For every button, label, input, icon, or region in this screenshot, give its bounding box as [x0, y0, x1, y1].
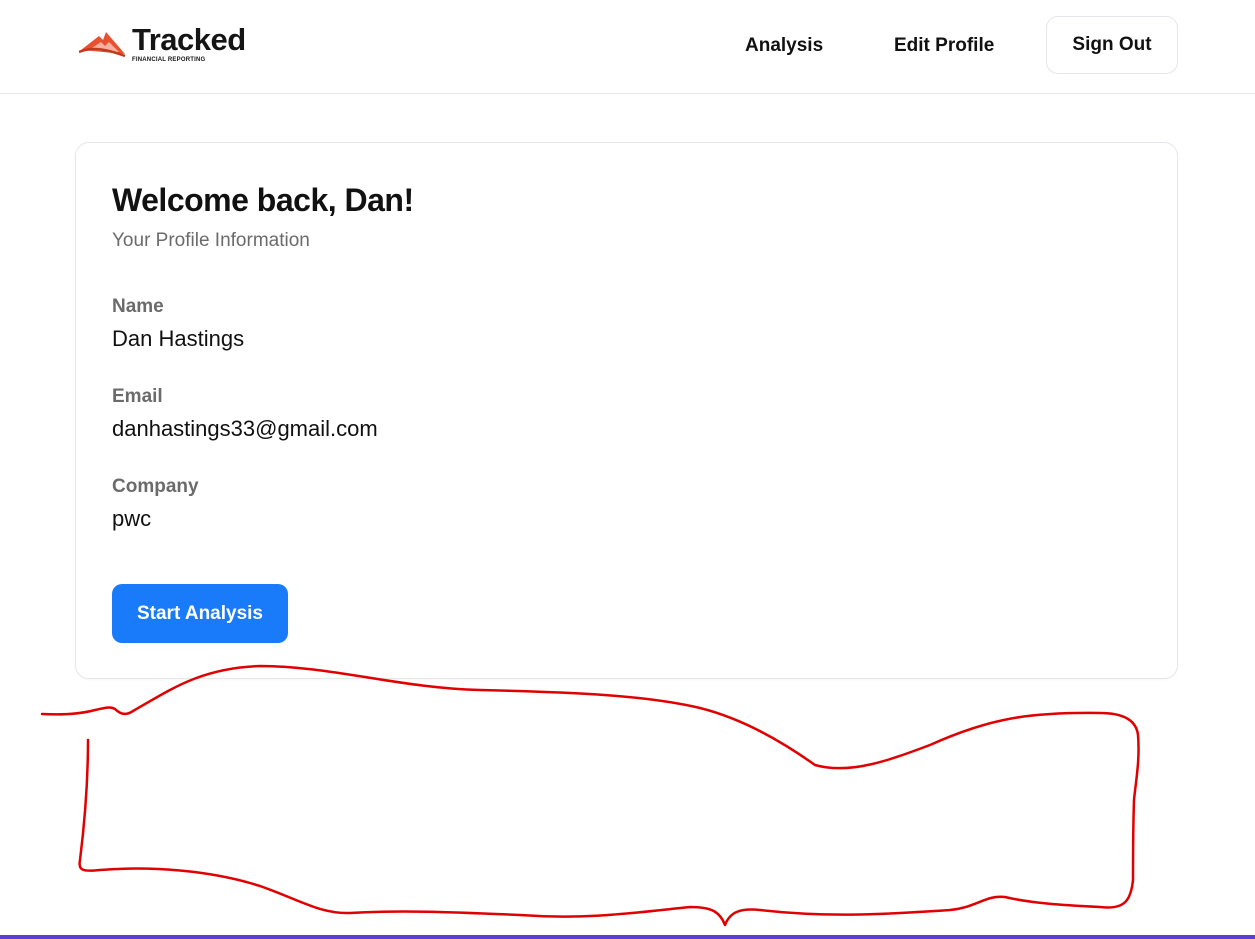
company-value: pwc	[112, 506, 152, 531]
nav-link-edit-profile[interactable]: Edit Profile	[894, 33, 994, 59]
sign-out-button[interactable]: Sign Out	[1046, 16, 1178, 74]
bottom-accent-bar	[0, 935, 1255, 939]
card-subtitle: Your Profile Information	[112, 230, 310, 251]
mountain-logo-icon	[79, 32, 126, 58]
page-title: Welcome back, Dan!	[112, 182, 414, 218]
page: Tracked FINANCIAL REPORTING Analysis Edi…	[0, 0, 1255, 939]
company-label: Company	[112, 476, 199, 497]
profile-card: Welcome back, Dan! Your Profile Informat…	[75, 142, 1178, 679]
brand-tagline: FINANCIAL REPORTING	[132, 57, 206, 63]
start-analysis-button[interactable]: Start Analysis	[112, 584, 288, 643]
email-label: Email	[112, 386, 163, 407]
brand-name: Tracked	[132, 22, 246, 57]
top-navbar: Tracked FINANCIAL REPORTING Analysis Edi…	[0, 0, 1255, 94]
nav-link-analysis[interactable]: Analysis	[745, 33, 823, 59]
email-value: danhastings33@gmail.com	[112, 416, 378, 441]
name-label: Name	[112, 296, 164, 317]
brand-logo[interactable]: Tracked FINANCIAL REPORTING	[79, 22, 259, 70]
name-value: Dan Hastings	[112, 326, 245, 351]
